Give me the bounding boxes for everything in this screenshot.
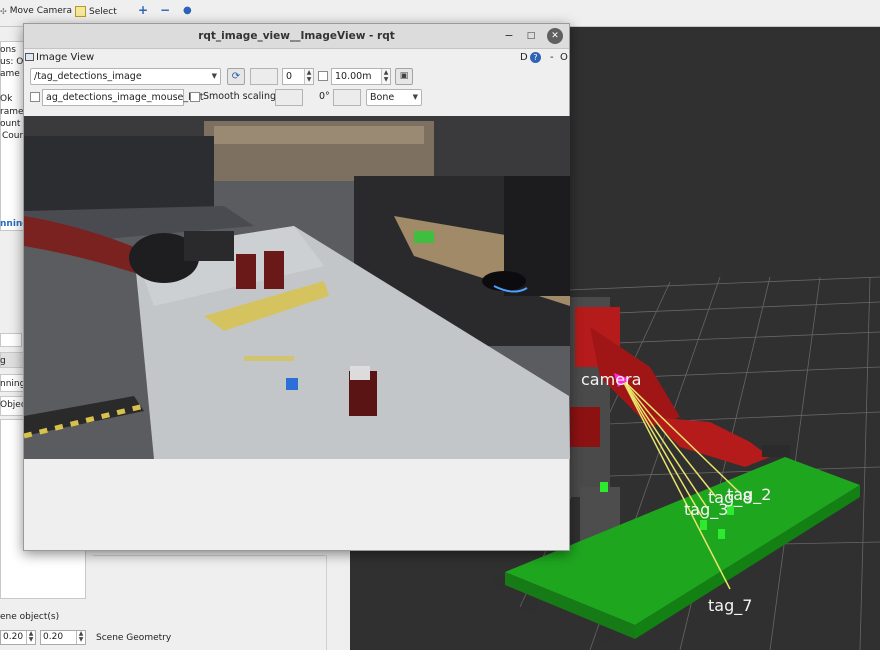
chevron-down-icon: ▼: [412, 93, 418, 101]
rotation-label: 0°: [319, 91, 330, 102]
minimize-icon[interactable]: −: [501, 28, 517, 44]
divider: [326, 555, 327, 650]
scale-y-spinbox[interactable]: 0.20 ▲ ▼: [40, 630, 86, 645]
add-tool-icon[interactable]: +: [138, 3, 148, 17]
select-icon: [75, 6, 86, 17]
tree-text: Cour: [2, 131, 24, 141]
window-titlebar[interactable]: rqt_image_view__ImageView - rqt − □ ✕: [24, 24, 569, 49]
rotate-left-button[interactable]: [275, 89, 303, 106]
plugin-title: Image View: [36, 52, 95, 63]
tag-cube: [600, 482, 608, 492]
float-button[interactable]: O: [560, 52, 568, 63]
tree-text: ons: [0, 45, 16, 55]
close-icon[interactable]: ✕: [547, 28, 563, 44]
tree-text: rame: [0, 107, 24, 117]
plugin-header: Image View D ? - O: [24, 49, 569, 67]
move-camera-icon: ✣: [0, 6, 7, 16]
tab-strip[interactable]: [0, 333, 22, 347]
tag-cube: [718, 529, 725, 539]
divider: [93, 555, 325, 556]
dock-dash[interactable]: -: [550, 52, 554, 63]
frame-label-tag7: tag_7: [708, 596, 753, 615]
scene-geometry-label: Scene Geometry: [96, 633, 172, 643]
window-title: rqt_image_view__ImageView - rqt: [198, 30, 395, 42]
tag-cube: [700, 520, 707, 530]
spin-arrows-icon[interactable]: ▲ ▼: [26, 631, 35, 644]
tree-text: ame: [0, 69, 20, 79]
spin-arrows-icon[interactable]: ▲ ▼: [381, 69, 390, 84]
dynamic-range-checkbox[interactable]: [318, 71, 328, 81]
rqt-image-view-window[interactable]: rqt_image_view__ImageView - rqt − □ ✕ Im…: [23, 23, 570, 551]
max-range-spinbox[interactable]: 10.00m ▲ ▼: [331, 68, 391, 85]
chevron-down-icon: ▼: [211, 72, 217, 80]
spin-arrows-icon[interactable]: ▲ ▼: [304, 69, 313, 84]
frame-label-tag3: tag_3: [684, 500, 729, 519]
maximize-icon[interactable]: □: [523, 28, 539, 44]
colormap-dropdown[interactable]: Bone ▼: [366, 89, 422, 106]
topic-dropdown[interactable]: /tag_detections_image ▼: [30, 68, 221, 85]
smooth-scaling-checkbox[interactable]: [190, 92, 200, 102]
tree-text: us: Ol: [0, 57, 26, 67]
select-tool[interactable]: Select: [75, 6, 117, 17]
tree-text: Ok: [0, 94, 13, 104]
camera-image[interactable]: [24, 116, 570, 459]
frame-label-camera: camera: [581, 370, 642, 389]
scene-objects-label: ene object(s): [0, 612, 60, 622]
eye-icon[interactable]: ●: [183, 5, 192, 16]
publish-click-checkbox[interactable]: [30, 92, 40, 102]
image-view-icon: [25, 53, 34, 61]
num-gridlines-spinbox[interactable]: 0 ▲ ▼: [282, 68, 314, 85]
move-camera-tool[interactable]: ✣ Move Camera: [0, 6, 72, 16]
smooth-scaling-label: Smooth scaling: [203, 91, 276, 102]
mouse-topic-field[interactable]: ag_detections_image_mouse_left: [42, 89, 204, 106]
rotate-right-button[interactable]: [333, 89, 361, 106]
tree-text: ount: [0, 119, 21, 129]
status-text: nning: [0, 379, 26, 389]
save-image-icon[interactable]: ▣: [395, 68, 413, 85]
help-label[interactable]: D: [520, 52, 528, 63]
scale-x-spinbox[interactable]: 0.20 ▲ ▼: [0, 630, 36, 645]
frame-label-tag2: tag_2: [727, 485, 772, 504]
refresh-topics-button[interactable]: ⟳: [227, 68, 245, 85]
fps-box: [250, 68, 278, 85]
tab-label: g: [0, 356, 6, 366]
spin-arrows-icon[interactable]: ▲ ▼: [76, 631, 85, 644]
help-icon[interactable]: ?: [530, 52, 541, 63]
camera-feed-render: [24, 116, 570, 459]
remove-tool-icon[interactable]: −: [160, 3, 170, 17]
